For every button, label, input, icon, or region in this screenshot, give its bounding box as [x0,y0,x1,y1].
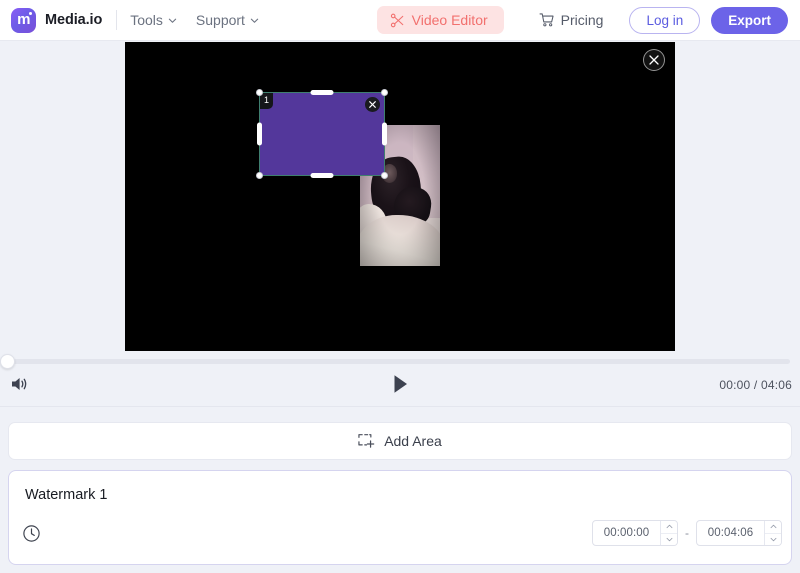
close-icon [369,101,376,108]
add-area-icon [358,433,375,450]
chevron-up-icon [770,524,777,529]
brand-name: Media.io [45,12,102,28]
play-button[interactable] [388,372,412,401]
resize-handle-top-left[interactable] [256,89,263,96]
header-divider [116,10,117,30]
seek-track[interactable] [10,359,790,364]
brand-logo[interactable]: m Media.io [11,8,102,33]
watermark-panel-title: Watermark 1 [25,487,107,503]
shopping-cart-icon [539,12,555,28]
pricing-button[interactable]: Pricing [539,12,604,28]
add-area-label: Add Area [384,433,442,449]
watermark-index-badge: 1 [260,93,273,109]
resize-handle-top-right[interactable] [381,89,388,96]
resize-handle-bottom-left[interactable] [256,172,263,179]
app-header: m Media.io Tools Support Vid [0,0,800,41]
end-time-stepper[interactable] [764,521,781,545]
start-time-step-up[interactable] [661,521,677,533]
scissors-icon [390,13,405,28]
chevron-down-icon [168,16,177,25]
start-time-field[interactable] [592,520,678,546]
watermark-panel: Watermark 1 [8,470,792,565]
controls-divider [0,406,800,407]
video-editor-tab[interactable]: Video Editor [377,6,504,34]
nav-tools[interactable]: Tools [130,12,177,28]
resize-handle-right[interactable] [382,123,387,146]
media-io-logo-icon: m [11,8,36,33]
watermark-area-box[interactable]: 1 [259,92,385,176]
export-button[interactable]: Export [711,7,788,34]
app-root: m Media.io Tools Support Vid [0,0,800,573]
volume-icon [9,373,31,395]
chevron-down-icon [770,537,777,542]
end-time-field[interactable] [696,520,782,546]
login-button[interactable]: Log in [629,7,700,34]
seek-bar[interactable] [0,354,800,370]
chevron-down-icon [250,16,259,25]
end-time-step-down[interactable] [765,533,781,546]
end-time-step-up[interactable] [765,521,781,533]
nav-tools-label: Tools [130,12,163,28]
duration-clock-icon [22,524,41,548]
start-time-input[interactable] [593,521,660,545]
chevron-down-icon [666,537,673,542]
resize-handle-left[interactable] [257,123,262,146]
add-area-button[interactable]: Add Area [8,422,792,460]
video-editor-label: Video Editor [412,12,488,28]
volume-button[interactable] [9,373,31,400]
end-time-input[interactable] [697,521,764,545]
logo-dot-icon [29,12,33,16]
playback-controls: 00:00 / 04:06 [0,370,800,405]
watermark-remove-button[interactable] [365,97,380,112]
resize-handle-top[interactable] [311,90,334,95]
time-range-separator: - [685,526,689,540]
chevron-up-icon [666,524,673,529]
time-display: 00:00 / 04:06 [719,378,792,392]
start-time-stepper[interactable] [660,521,677,545]
play-icon [388,372,412,396]
resize-handle-bottom-right[interactable] [381,172,388,179]
seek-handle[interactable] [0,354,15,369]
resize-handle-bottom[interactable] [311,173,334,178]
video-canvas[interactable]: 1 [125,42,675,351]
nav-support[interactable]: Support [196,12,259,28]
video-stage: 1 [0,41,800,351]
nav-support-label: Support [196,12,245,28]
start-time-step-down[interactable] [661,533,677,546]
logo-letter: m [17,12,30,27]
pricing-label: Pricing [561,12,604,28]
watermark-time-range: - [592,520,782,546]
close-icon [649,55,659,65]
close-preview-button[interactable] [643,49,665,71]
